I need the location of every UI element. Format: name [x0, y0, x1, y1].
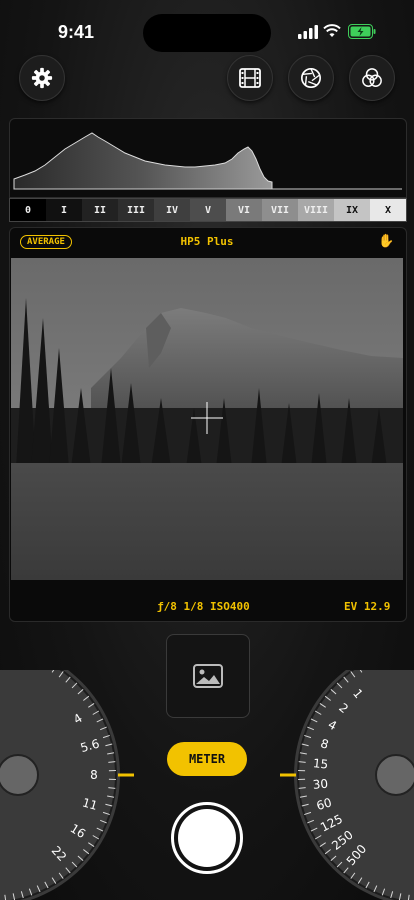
shutter-button-inner — [178, 809, 236, 867]
dynamic-island — [143, 14, 271, 52]
zone-0: 0 — [10, 199, 46, 221]
zone-4: IV — [154, 199, 190, 221]
gallery-button[interactable] — [166, 634, 250, 718]
aperture-dial[interactable]: 45.68111622 — [0, 670, 140, 900]
camera-preview[interactable] — [11, 258, 403, 580]
aperture-button[interactable] — [288, 55, 334, 101]
metering-mode-badge[interactable]: AVERAGE — [20, 235, 72, 249]
zone-2: II — [82, 199, 118, 221]
zone-scale: 0 I II III IV V VI VII VIII IX X — [9, 198, 407, 222]
shutter-label: 30 — [312, 777, 328, 792]
film-name[interactable]: HP5 Plus — [150, 235, 264, 248]
iso-value: ISO400 — [210, 600, 250, 613]
filters-button[interactable] — [349, 55, 395, 101]
status-time: 9:41 — [58, 22, 95, 42]
ev-readout: EV 12.9 — [344, 600, 391, 613]
shutter-value: 1/8 — [183, 600, 204, 613]
zone-9: IX — [334, 199, 370, 221]
shutter-dial[interactable]: 1248153060125250500 — [274, 670, 414, 900]
hand-icon[interactable]: ✋ — [378, 234, 394, 249]
wifi-icon — [323, 24, 341, 37]
signal-icon — [298, 25, 318, 39]
film-button[interactable] — [227, 55, 273, 101]
aperture-label: 8 — [90, 768, 98, 782]
zone-8: VIII — [298, 199, 334, 221]
zone-1: I — [46, 199, 82, 221]
histogram — [9, 118, 407, 198]
zone-10: X — [370, 199, 406, 221]
aperture-icon — [301, 68, 321, 88]
shutter-label: 15 — [312, 756, 329, 772]
image-icon — [193, 664, 223, 688]
zone-7: VII — [262, 199, 298, 221]
aperture-value: ƒ/8 — [157, 600, 177, 613]
gear-icon — [31, 67, 53, 89]
zone-3: III — [118, 199, 154, 221]
battery-icon — [348, 24, 376, 39]
exposure-readout: ƒ/8 1/8 ISO400 — [157, 600, 250, 613]
meter-button[interactable]: METER — [167, 742, 247, 776]
film-icon — [239, 68, 261, 88]
shutter-button[interactable] — [171, 802, 243, 874]
settings-button[interactable] — [19, 55, 65, 101]
filters-icon — [362, 68, 382, 87]
zone-6: VI — [226, 199, 262, 221]
zone-5: V — [190, 199, 226, 221]
